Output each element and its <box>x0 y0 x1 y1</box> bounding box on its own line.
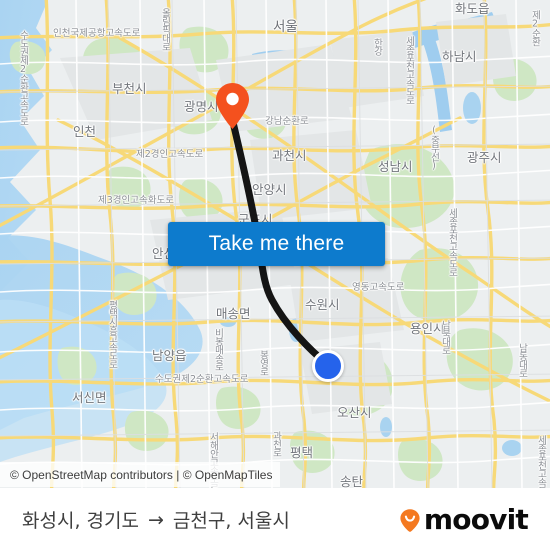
moovit-logo[interactable]: moovit <box>397 503 529 536</box>
moovit-pin-icon <box>400 508 420 532</box>
trip-footer: 화성시, 경기도 → 금천구, 서울시 moovit <box>0 488 550 550</box>
map-attribution[interactable]: © OpenStreetMap contributors | © OpenMap… <box>0 462 281 487</box>
take-me-there-button[interactable]: Take me there <box>168 222 385 266</box>
map-viewport[interactable]: 인천국제공항고속도로 올림픽대로 수도권제2순환고속도로 부천시 인천 광명시 서울 화도읍 하… <box>0 0 550 488</box>
trip-destination: 금천구, 서울시 <box>172 510 290 532</box>
moovit-wordmark: moovit <box>423 503 529 536</box>
trip-origin: 화성시, 경기도 <box>22 510 139 532</box>
moovit-trip-map-card: 인천국제공항고속도로 올림픽대로 수도권제2순환고속도로 부천시 인천 광명시 서울 화도읍 하… <box>0 0 550 550</box>
origin-pin-icon[interactable] <box>214 82 251 130</box>
destination-dot-marker[interactable] <box>312 350 344 382</box>
arrow-right-icon: → <box>147 508 164 531</box>
trip-route-title: 화성시, 경기도 → 금천구, 서울시 <box>22 506 290 533</box>
